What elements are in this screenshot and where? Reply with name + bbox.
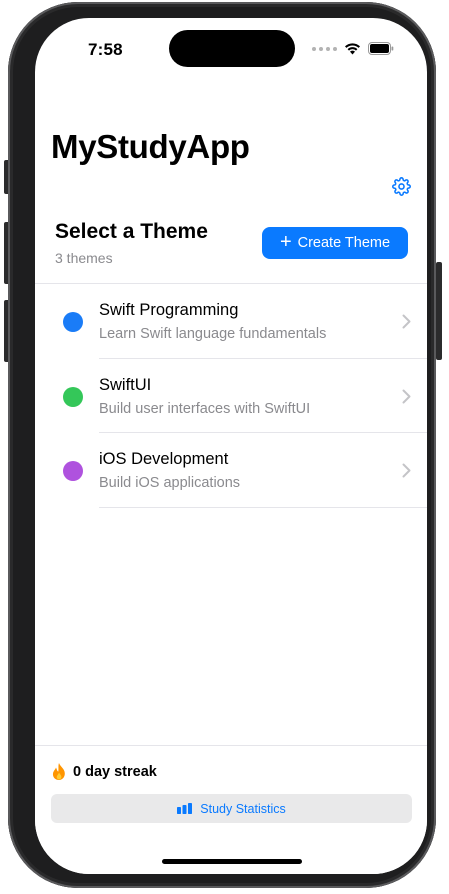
plus-icon: + bbox=[279, 231, 292, 253]
battery-icon bbox=[368, 42, 394, 55]
theme-description: Learn Swift language fundamentals bbox=[99, 326, 327, 342]
chevron-right-icon bbox=[402, 389, 411, 403]
bar-chart-icon bbox=[177, 803, 193, 814]
section-title: Select a Theme bbox=[55, 220, 208, 243]
study-statistics-label: Study Statistics bbox=[200, 801, 286, 816]
home-indicator bbox=[162, 859, 302, 864]
theme-color-dot bbox=[63, 312, 83, 332]
chevron-right-icon bbox=[402, 463, 411, 478]
theme-color-dot bbox=[63, 386, 83, 407]
theme-color-dot bbox=[63, 461, 83, 481]
cellular-signal-icon bbox=[312, 46, 337, 51]
theme-name: iOS Development bbox=[99, 450, 229, 468]
status-time: 7:58 bbox=[88, 40, 123, 59]
theme-description: Build iOS applications bbox=[99, 475, 241, 491]
study-statistics-button[interactable]: Study Statistics bbox=[51, 794, 412, 823]
wifi-icon bbox=[345, 43, 360, 55]
streak: 0 day streak bbox=[51, 762, 157, 781]
create-theme-label: Create Theme bbox=[297, 235, 391, 251]
dynamic-island bbox=[169, 30, 295, 67]
settings-button[interactable] bbox=[390, 175, 412, 197]
footer: 0 day streak Study Statistics bbox=[35, 745, 427, 874]
theme-name: SwiftUI bbox=[99, 375, 152, 394]
theme-list: Swift Programming Learn Swift language f… bbox=[35, 283, 427, 508]
chevron-right-icon bbox=[402, 314, 411, 329]
list-item[interactable]: Swift Programming Learn Swift language f… bbox=[35, 284, 427, 359]
divider bbox=[99, 506, 427, 508]
theme-name: Swift Programming bbox=[99, 301, 239, 319]
device-frame: 7:58 MyStudyApp Select a Theme 3 themes … bbox=[8, 2, 436, 888]
theme-description: Build user interfaces with SwiftUI bbox=[99, 400, 311, 417]
status-icons bbox=[312, 42, 394, 55]
create-theme-button[interactable]: + Create Theme bbox=[262, 227, 408, 259]
gear-icon bbox=[391, 176, 411, 196]
screen: 7:58 MyStudyApp Select a Theme 3 themes … bbox=[35, 18, 427, 874]
flame-icon bbox=[52, 763, 65, 780]
theme-count: 3 themes bbox=[55, 250, 113, 266]
list-item[interactable]: SwiftUI Build user interfaces with Swift… bbox=[35, 359, 427, 433]
power-button bbox=[436, 262, 442, 360]
streak-text: 0 day streak bbox=[73, 763, 157, 780]
list-item[interactable]: iOS Development Build iOS applications bbox=[35, 433, 427, 508]
app-title: MyStudyApp bbox=[51, 128, 250, 165]
